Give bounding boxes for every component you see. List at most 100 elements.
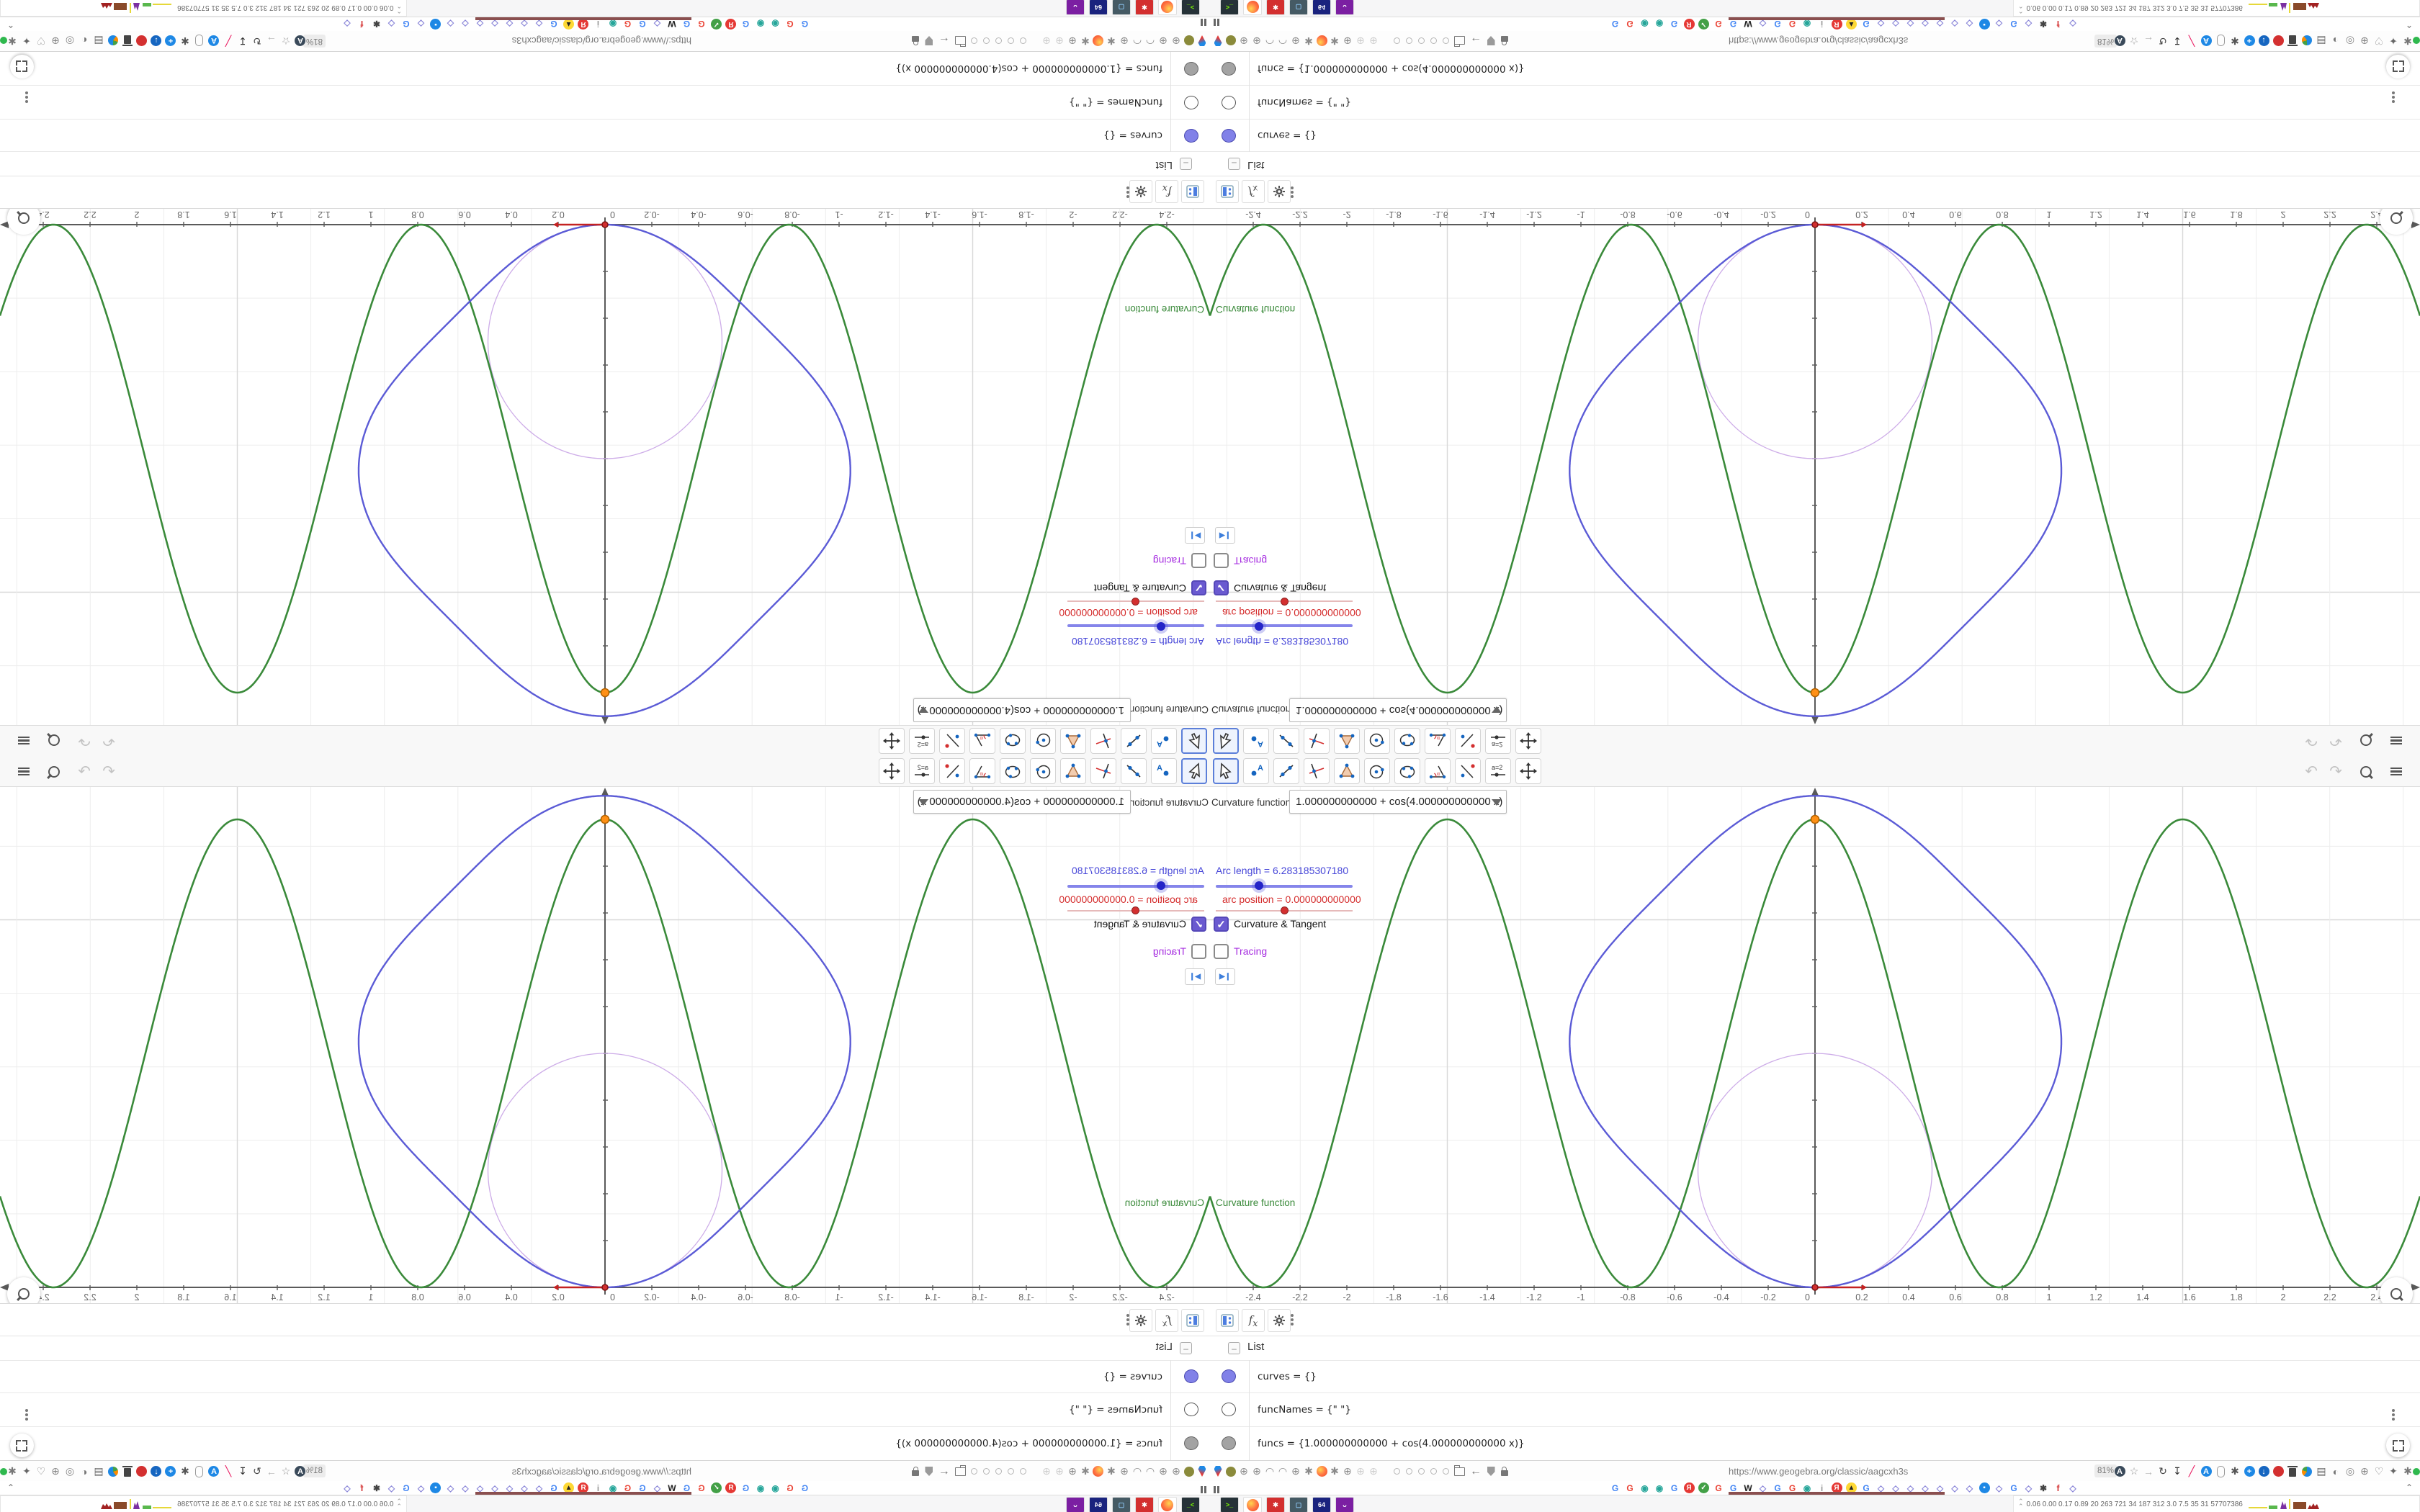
row-more-options-icon[interactable] (25, 1408, 28, 1422)
arc-icon[interactable]: ◠ (1276, 1461, 1289, 1482)
firefox-icon[interactable] (1315, 30, 1328, 51)
mini-extension-dot[interactable] (1427, 1461, 1440, 1482)
assistant-app-icon[interactable]: ᴗ (1066, 1497, 1085, 1512)
collapse-icon[interactable]: – (1228, 1342, 1240, 1354)
tab-favicon[interactable]: G (1609, 18, 1621, 30)
translate-ext-icon[interactable]: A (207, 30, 220, 51)
back-icon[interactable]: ← (1469, 1461, 1482, 1482)
globe-icon[interactable]: ⊕ (1066, 30, 1079, 51)
globe-icon[interactable]: ⊕ (1170, 1461, 1183, 1482)
tab-favicon[interactable]: G (1609, 1482, 1621, 1494)
folder-icon[interactable] (954, 1461, 967, 1482)
algebra-row-funcNames[interactable]: funcNames = {" "} (1210, 1392, 2420, 1426)
gear-icon[interactable] (1268, 1309, 1291, 1332)
arc-icon[interactable]: ◠ (1263, 30, 1276, 51)
download-icon[interactable]: ↧ (236, 1461, 249, 1482)
terminal-app-icon[interactable]: >_ (1220, 0, 1239, 15)
search-icon[interactable] (2354, 756, 2378, 787)
assistant-app-icon[interactable]: ᴗ (1066, 0, 1085, 15)
translate-ext-icon[interactable]: A (207, 1461, 220, 1482)
visibility-toggle[interactable] (1222, 96, 1236, 109)
row-more-options-icon[interactable] (2392, 90, 2395, 104)
globe-icon[interactable]: ⊕ (1040, 1461, 1053, 1482)
clipboard-icon[interactable]: ▤ (2315, 1461, 2328, 1482)
red-tool-app-icon[interactable]: ✱ (1135, 0, 1154, 15)
translate-icon[interactable]: A (2113, 1461, 2126, 1482)
tool-polygon-button[interactable] (1334, 728, 1360, 754)
tab-favicon[interactable]: G (740, 18, 752, 30)
tab-favicon[interactable]: G (2008, 18, 2020, 30)
tool-point-button[interactable]: A (1243, 728, 1269, 754)
tab-favicon[interactable]: ✱ (371, 18, 383, 30)
tool-move-graphics-view-button[interactable] (879, 728, 905, 754)
tab-favicon[interactable]: ◉ (769, 18, 781, 30)
shield-circle-icon[interactable]: ◎ (2344, 30, 2357, 51)
list-all-tabs-icon[interactable]: ⌃ (7, 1482, 14, 1493)
terminal-app-icon[interactable]: >_ (1181, 1497, 1200, 1512)
add-icon[interactable]: + (164, 30, 177, 51)
chevron-up-icon[interactable]: ⌃ ⌃ (2018, 2, 2024, 14)
tool-angle-button[interactable]: α (1425, 728, 1451, 754)
tab-favicon[interactable]: ◉ (755, 1482, 767, 1494)
arc-icon[interactable]: ◠ (1144, 30, 1157, 51)
chevron-up-icon[interactable]: ⌃ ⌃ (2018, 1498, 2024, 1510)
pull-icon[interactable]: ↓ (150, 1461, 163, 1482)
wrench-icon[interactable]: ✦ (20, 30, 33, 51)
mini-extension-dot[interactable] (980, 1461, 993, 1482)
tab-favicon[interactable]: ◉ (1639, 18, 1651, 30)
tool-move-button[interactable] (1181, 758, 1207, 784)
curvature-tangent-checkbox[interactable]: ✓ (1214, 917, 1229, 932)
trash-icon[interactable] (121, 1461, 134, 1482)
firefox-icon[interactable] (1315, 1461, 1328, 1482)
gear-icon[interactable]: ✱ (1079, 30, 1092, 51)
tool-perpendicular-line-button[interactable] (1304, 728, 1330, 754)
fullscreen-button[interactable] (2386, 55, 2410, 78)
tab-favicon[interactable]: ▪ (1978, 1482, 1991, 1494)
chevron-up-icon[interactable]: ⌃ ⌃ (396, 2, 402, 14)
wrench-icon[interactable]: ✦ (20, 1461, 33, 1482)
menu-icon[interactable] (2384, 725, 2408, 756)
url-text[interactable]: https://www.geogebra.org/classic/aagcxh3… (512, 1461, 691, 1482)
back-icon[interactable]: ← (938, 1461, 951, 1482)
ublock-icon[interactable]: ◐ (78, 30, 91, 51)
globe-icon[interactable]: ⊕ (1341, 1461, 1354, 1482)
wrench-icon[interactable]: ✦ (2387, 1461, 2400, 1482)
fx-display-icon[interactable]: fx (1155, 180, 1178, 203)
display-app-icon[interactable]: ▢ (1112, 0, 1131, 15)
more-options-icon[interactable] (1126, 1313, 1129, 1327)
tab-favicon[interactable]: G (400, 1482, 413, 1494)
tab-favicon[interactable]: ✓ (710, 18, 722, 30)
mouse-gesture-icon[interactable] (2214, 1461, 2227, 1482)
arc-length-slider-handle[interactable] (1252, 619, 1266, 634)
translate-icon[interactable]: A (294, 30, 307, 51)
tab-favicon[interactable]: Я (1683, 1482, 1695, 1494)
globe-icon[interactable]: ⊕ (1237, 1461, 1250, 1482)
shield-icon[interactable] (923, 30, 936, 51)
recorder-icon[interactable] (135, 1461, 148, 1482)
reload-icon[interactable]: ↻ (2156, 30, 2169, 51)
tool-line-button[interactable] (1121, 758, 1147, 784)
dosbox-app-icon[interactable]: 64 (1312, 0, 1331, 15)
pull-icon[interactable]: ↓ (150, 30, 163, 51)
arc-length-slider-handle[interactable] (1154, 878, 1168, 893)
tool-point-button[interactable]: A (1151, 728, 1177, 754)
tab-favicon[interactable]: G (799, 1482, 811, 1494)
back-icon[interactable]: ← (1469, 30, 1482, 51)
visibility-toggle[interactable] (1184, 129, 1198, 143)
visibility-toggle[interactable] (1222, 1403, 1236, 1416)
arc-icon[interactable]: ◠ (1144, 1461, 1157, 1482)
highlighter-icon[interactable]: ╱ (222, 1461, 235, 1482)
tab-favicon[interactable]: G (2008, 1482, 2020, 1494)
mouse-gesture-icon[interactable] (193, 1461, 206, 1482)
mini-extension-dot[interactable] (980, 30, 993, 51)
mini-extension-dot[interactable] (1005, 1461, 1018, 1482)
tool-reflect-about-line-button[interactable] (1455, 728, 1481, 754)
recorder-icon[interactable] (2272, 1461, 2285, 1482)
reload-icon[interactable]: ↻ (251, 30, 264, 51)
redo-button[interactable]: ↷ (2323, 756, 2348, 787)
red-tool-app-icon[interactable]: ✱ (1266, 0, 1285, 15)
ublock-icon[interactable]: ◐ (2329, 1461, 2342, 1482)
folder-icon[interactable] (1453, 1461, 1466, 1482)
pin-extension-icon[interactable] (1196, 30, 1209, 51)
redo-button[interactable]: ↷ (2323, 725, 2348, 756)
